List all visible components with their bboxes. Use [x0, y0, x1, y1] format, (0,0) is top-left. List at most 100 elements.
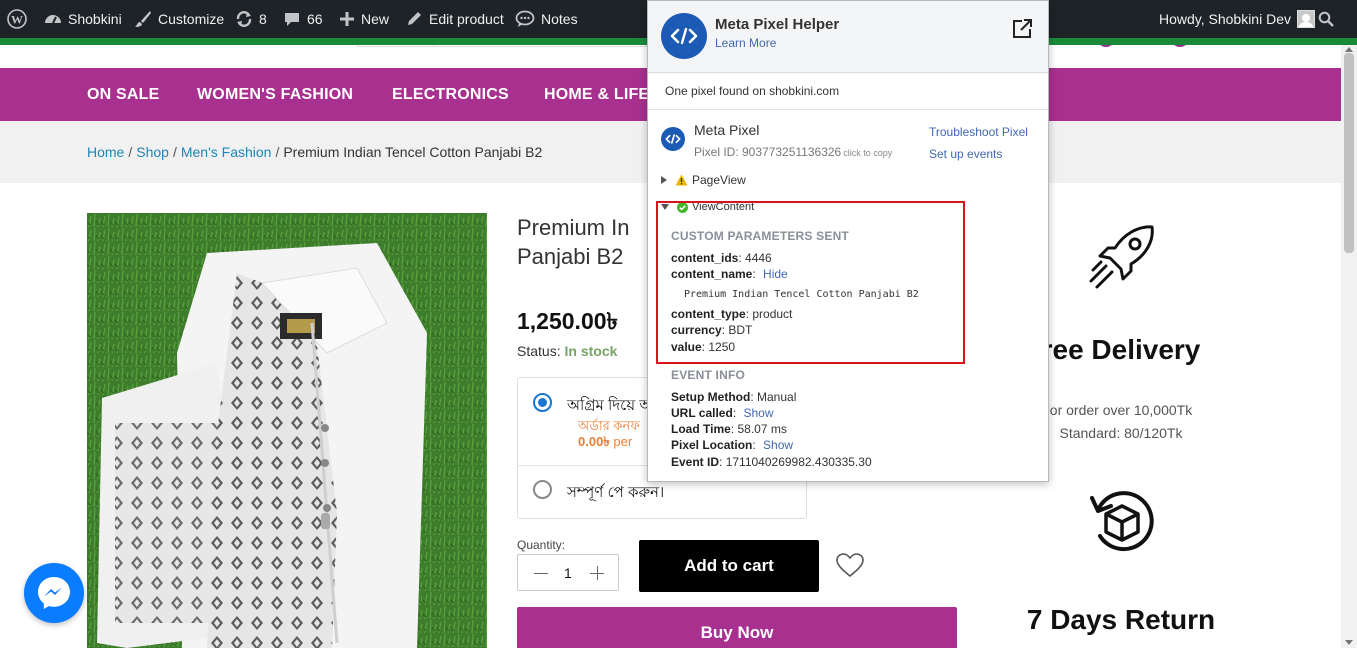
advance-amount-suffix: per [613, 434, 633, 449]
scrollbar-thumb[interactable] [1344, 53, 1354, 253]
click-to-copy-hint[interactable]: click to copy [843, 148, 892, 158]
messenger-icon [38, 577, 70, 609]
add-to-cart-button[interactable]: Add to cart [639, 540, 819, 592]
new-content-button[interactable]: New [339, 0, 389, 38]
info-key: Event ID [671, 455, 720, 469]
breadcrumb-category[interactable]: Men's Fashion [181, 144, 272, 160]
show-url-link[interactable]: Show [743, 406, 773, 420]
expand-arrow-icon [661, 176, 667, 184]
breadcrumb-separator: / [275, 144, 280, 160]
payment-full-label: সম্পূর্ণ পে করুন। [567, 484, 665, 501]
meta-pixel-logo-icon [661, 13, 707, 59]
payment-advance-amount: 0.00৳ per [578, 433, 632, 454]
comments-button[interactable]: 66 [283, 0, 323, 38]
quantity-plus-icon[interactable] [597, 566, 598, 580]
warning-icon [675, 174, 688, 186]
breadcrumb-separator: / [128, 144, 133, 160]
meta-pixel-small-icon [661, 127, 685, 151]
event-info-header: EVENT INFO [671, 368, 746, 382]
info-load-time: Load Time: 58.07 ms [671, 422, 787, 436]
wishlist-heart-icon[interactable] [836, 553, 864, 584]
breadcrumb: Home / Shop / Men's Fashion / Premium Indian T… [87, 144, 542, 160]
buy-now-button[interactable]: Buy Now [517, 607, 957, 648]
new-label: New [361, 11, 390, 27]
admin-search-icon[interactable] [1318, 0, 1334, 38]
info-url-called: URL called: Show [671, 406, 774, 420]
highlight-annotation-box [656, 201, 965, 364]
brush-icon [135, 11, 151, 27]
edit-product-label: Edit product [429, 11, 504, 27]
return-box-icon [1086, 486, 1158, 563]
dashboard-icon [45, 15, 61, 24]
quantity-stepper: 1 [517, 554, 619, 591]
product-title: Premium In Panjabi B2 [517, 215, 630, 269]
info-value: 1711040269982.430335.30 [725, 455, 872, 469]
pixel-id[interactable]: Pixel ID: 903773251136326 click to copy [694, 145, 892, 159]
svg-text:W: W [11, 13, 23, 27]
nav-item-home-life[interactable]: HOME & LIFE [544, 68, 649, 121]
stock-status-value: In stock [564, 343, 618, 359]
nav-item-electronics[interactable]: ELECTRONICS [392, 68, 509, 121]
admin-site-label: Shobkini [68, 11, 122, 27]
breadcrumb-shop[interactable]: Shop [136, 144, 169, 160]
comments-count: 66 [307, 11, 323, 27]
updates-icon [236, 11, 252, 27]
breadcrumb-current: Premium Indian Tencel Cotton Panjabi B2 [283, 144, 543, 160]
payment-advance-radio[interactable] [533, 393, 552, 412]
info-pixel-location: Pixel Location: Show [671, 438, 794, 452]
popup-divider [648, 109, 1048, 110]
customize-button[interactable]: Customize [134, 0, 224, 38]
product-image[interactable] [87, 213, 487, 648]
info-key: URL called [671, 406, 733, 420]
quantity-value[interactable]: 1 [564, 565, 572, 581]
plus-icon [340, 12, 354, 26]
comments-icon [285, 13, 299, 26]
info-key: Pixel Location [671, 438, 753, 452]
pencil-icon [408, 12, 421, 25]
quantity-minus-icon[interactable] [534, 573, 548, 574]
breadcrumb-home[interactable]: Home [87, 144, 124, 160]
nav-item-womens-fashion[interactable]: WOMEN'S FASHION [197, 68, 353, 121]
customize-label: Customize [158, 11, 225, 27]
pixel-helper-header [648, 1, 1048, 73]
event-pageview[interactable]: PageView [661, 173, 746, 187]
info-value: Manual [757, 390, 797, 404]
updates-count: 8 [259, 11, 267, 27]
stock-status-label: Status: [517, 343, 561, 359]
wordpress-logo-icon[interactable]: W [7, 0, 27, 38]
payment-full-radio[interactable] [533, 480, 552, 499]
show-location-link[interactable]: Show [763, 438, 793, 452]
info-setup-method: Setup Method: Manual [671, 390, 797, 404]
info-value: 58.07 ms [737, 422, 787, 436]
product-price: 1,250.00৳ [517, 308, 618, 334]
payment-advance-label: অগ্রিম দিয়ে অ [567, 397, 653, 414]
learn-more-link[interactable]: Learn More [715, 36, 776, 50]
howdy-label: Howdy, Shobkini Dev [1158, 11, 1291, 27]
rocket-icon [1088, 224, 1156, 295]
edit-product-button[interactable]: Edit product [405, 0, 504, 38]
nav-item-on-sale[interactable]: ON SALE [87, 68, 160, 121]
page-scrollbar[interactable] [1341, 45, 1357, 648]
info-key: Load Time [671, 422, 731, 436]
notes-button[interactable]: Notes [515, 0, 578, 38]
scroll-down-icon[interactable] [1345, 640, 1353, 645]
notes-label: Notes [541, 11, 578, 27]
messenger-chat-button[interactable] [24, 563, 84, 623]
stock-status: Status: In stock [517, 343, 617, 359]
notes-icon [515, 10, 535, 27]
updates-button[interactable]: 8 [235, 0, 267, 38]
pixel-helper-title: Meta Pixel Helper [715, 16, 840, 33]
external-link-icon[interactable] [1012, 19, 1032, 44]
admin-site-name[interactable]: Shobkini [44, 0, 122, 38]
scroll-up-icon[interactable] [1345, 47, 1353, 52]
info-key: Setup Method [671, 390, 751, 404]
quantity-label: Quantity: [517, 538, 566, 552]
info-event-id: Event ID: 1711040269982.430335.30 [671, 455, 872, 469]
account-menu[interactable]: Howdy, Shobkini Dev [1159, 0, 1315, 38]
return-policy-title: 7 Days Return [1026, 604, 1216, 635]
setup-events-link[interactable]: Set up events [929, 147, 1002, 161]
pixel-id-value: Pixel ID: 903773251136326 [694, 145, 842, 159]
troubleshoot-pixel-link[interactable]: Troubleshoot Pixel [929, 125, 1028, 139]
page: shobkini W Shobkini Customize 8 66 New [0, 0, 1357, 648]
advance-amount-value: 0.00৳ [578, 434, 610, 449]
